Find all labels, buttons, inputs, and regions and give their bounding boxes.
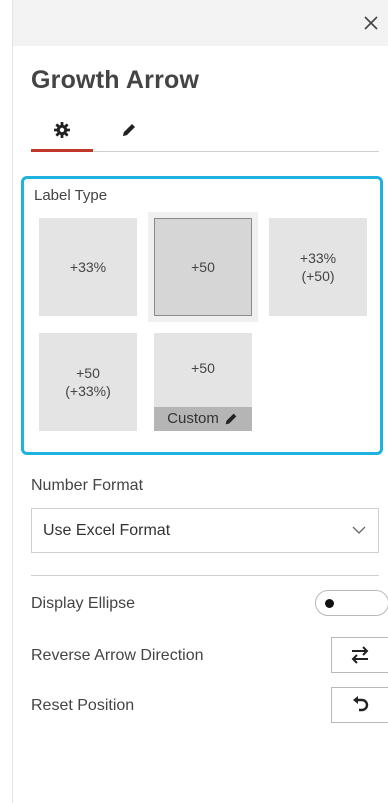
display-ellipse-toggle[interactable] [315,590,388,616]
panel-top-bar [13,0,388,46]
pencil-icon [225,413,237,425]
active-tab-indicator [31,149,93,152]
label-type-section: Label Type +33% +50 +33% (+50) +50 (+33%… [21,176,383,455]
pencil-icon [123,124,135,136]
number-format-value: Use Excel Format [43,522,171,539]
tab-edit[interactable] [109,110,149,150]
gear-icon [54,122,70,138]
swap-arrows-icon [351,646,369,664]
label-option-subtext: (+50) [301,268,335,284]
label-type-heading: Label Type [34,187,108,204]
label-option-custom[interactable]: +50 Custom [154,333,252,431]
undo-icon [353,696,369,712]
chevron-down-icon [352,526,366,534]
label-option-text: +33% [69,259,107,275]
custom-label-text: Custom [167,410,219,427]
label-option-text: +50 [191,360,215,376]
number-format-label: Number Format [31,477,144,494]
reset-position-button[interactable] [331,687,388,723]
label-option-text: +50 [191,259,215,275]
reverse-arrow-label: Reverse Arrow Direction [31,647,204,664]
panel-title: Growth Arrow [31,66,200,94]
tab-bar [31,110,379,154]
label-option-percent-value[interactable]: +33% (+50) [269,218,367,316]
label-option-subtext: (+33%) [65,383,111,399]
label-option-text: +33% [299,250,337,266]
tab-settings[interactable] [31,110,93,150]
custom-label-bar: Custom [154,407,252,431]
toggle-knob [325,599,334,608]
close-icon [364,16,378,30]
reverse-arrow-button[interactable] [331,637,388,673]
label-option-text: +50 [76,365,100,381]
label-option-value[interactable]: +50 [154,218,252,316]
section-divider [31,575,379,576]
number-format-select[interactable]: Use Excel Format [31,508,379,553]
reset-position-label: Reset Position [31,697,135,714]
growth-arrow-panel: Growth Arrow Label Type +33% +50 +33% (+… [12,0,388,803]
label-option-percent[interactable]: +33% [39,218,137,316]
close-button[interactable] [361,13,381,33]
display-ellipse-label: Display Ellipse [31,595,136,612]
label-option-value-percent[interactable]: +50 (+33%) [39,333,137,431]
